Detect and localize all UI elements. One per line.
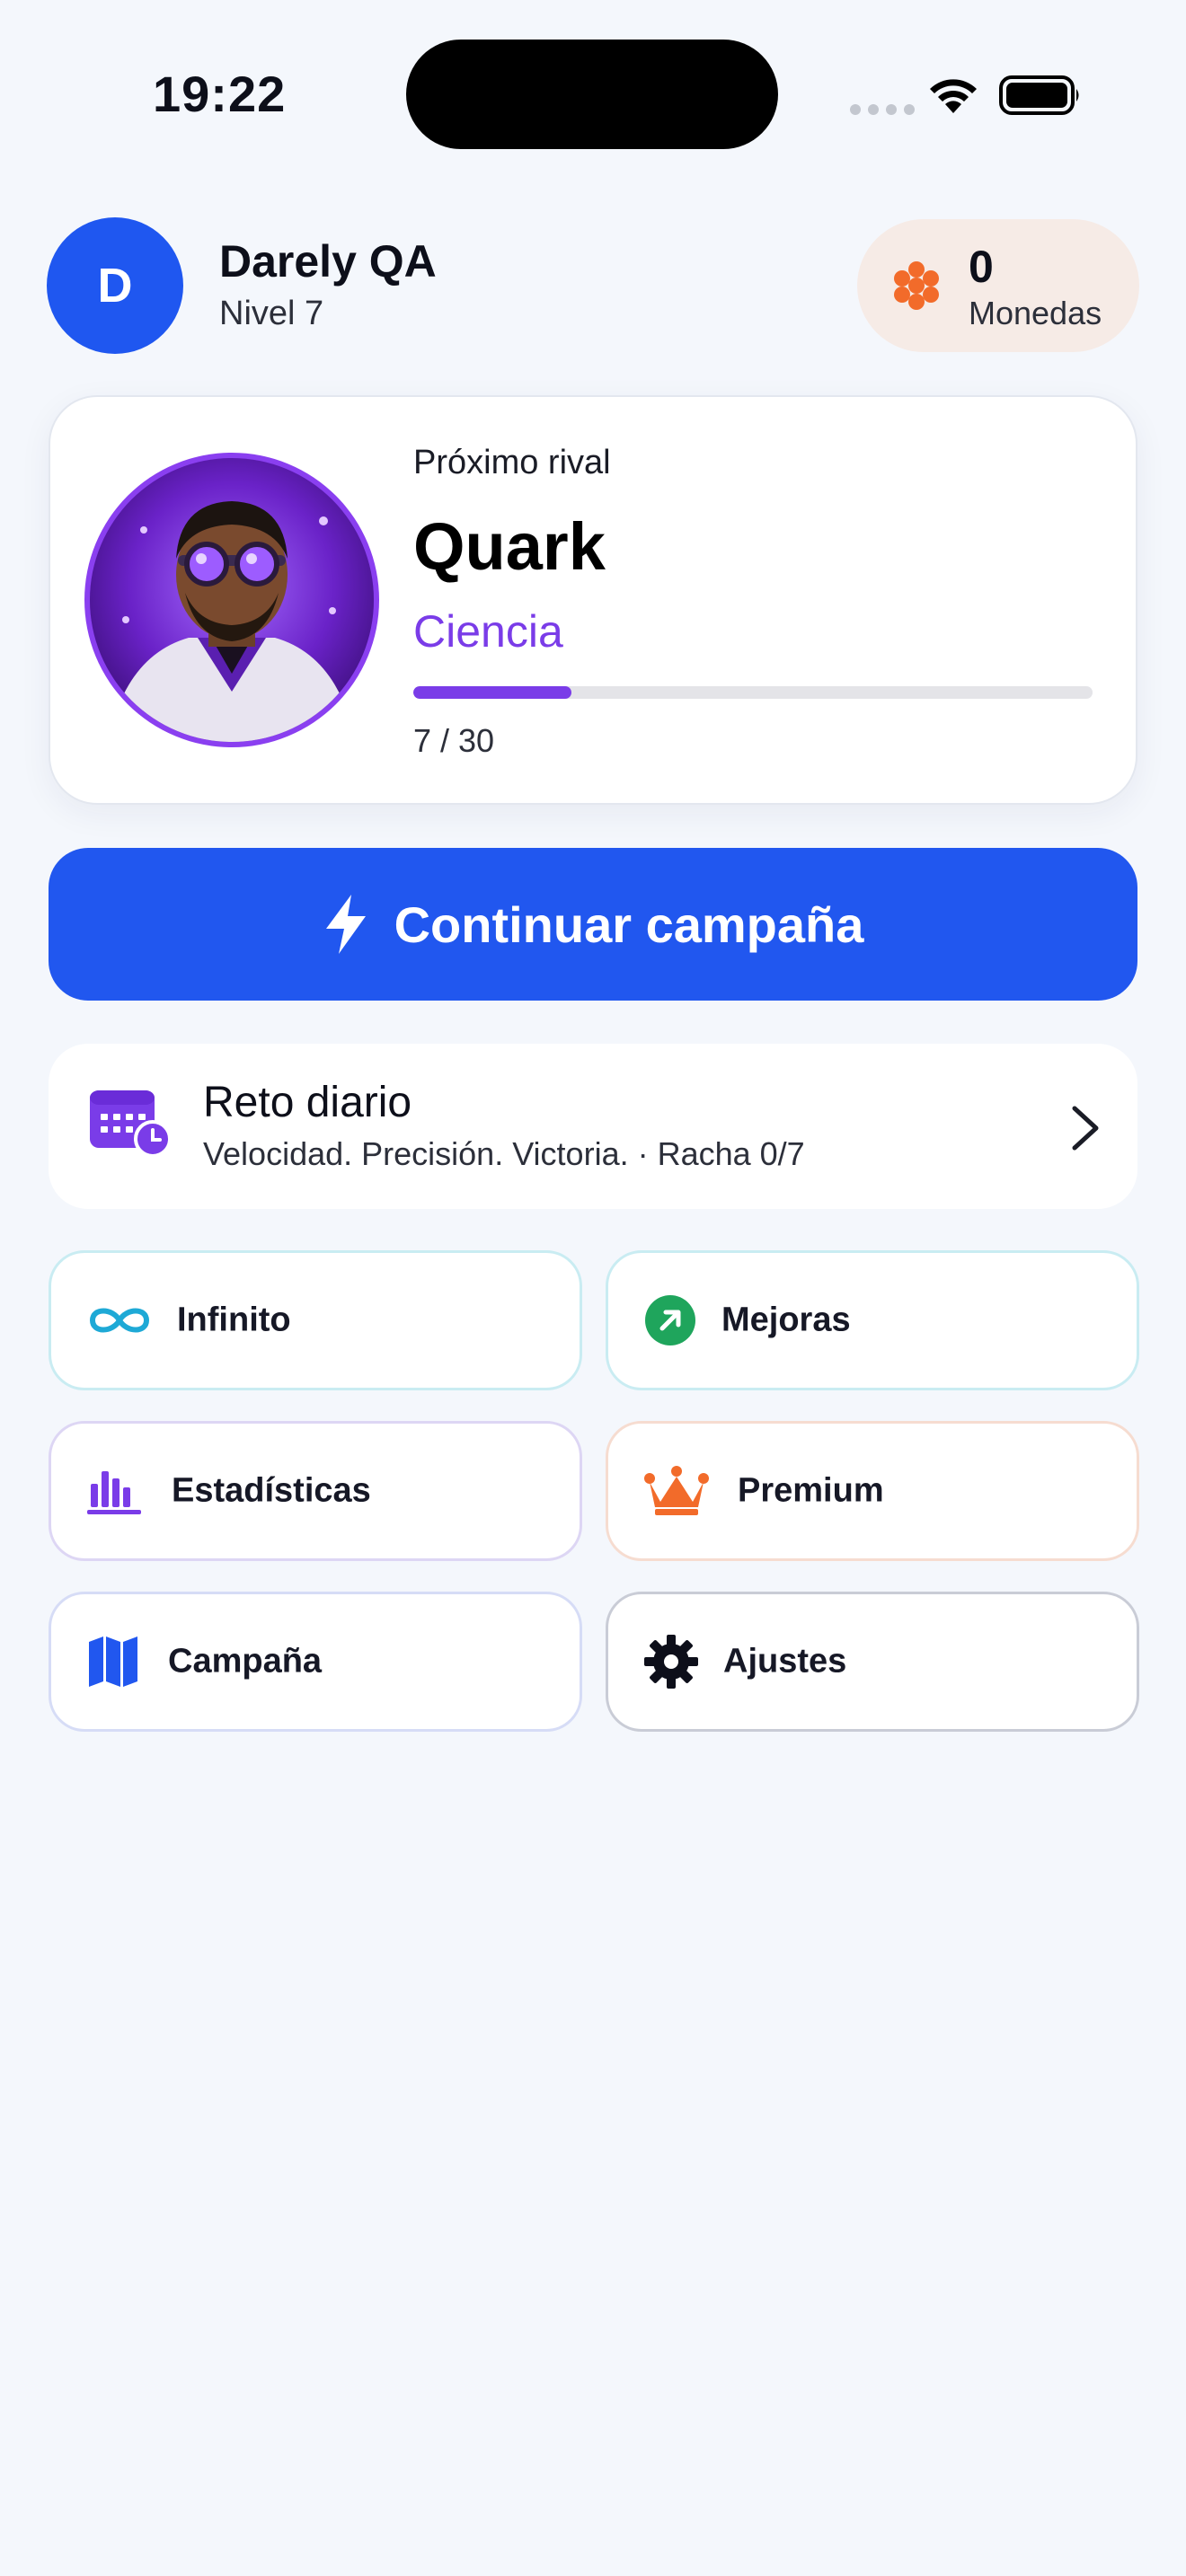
map-icon [89, 1636, 137, 1687]
coins-value: 0 [969, 242, 994, 292]
user-name: Darely QA [219, 236, 437, 287]
continue-campaign-button[interactable]: Continuar campaña [49, 848, 1137, 1001]
calendar-icon [90, 1090, 171, 1157]
bar-chart-icon [87, 1471, 141, 1514]
rival-name: Quark [413, 509, 606, 584]
daily-challenge-subtitle: Velocidad. Precisión. Victoria. · Racha … [203, 1135, 805, 1172]
coins-label: Monedas [969, 295, 1102, 331]
cellular-signal-icon [850, 104, 915, 115]
campana-label: Campaña [168, 1642, 323, 1681]
next-rival-card[interactable]: Próximo rival Quark Ciencia 7 / 30 [49, 395, 1137, 805]
infinito-label: Infinito [177, 1301, 291, 1339]
coins-icon [894, 261, 939, 310]
bolt-icon [325, 895, 366, 954]
premium-button[interactable]: Premium [606, 1421, 1139, 1561]
mejoras-label: Mejoras [721, 1301, 851, 1339]
rival-progress-bar [413, 686, 1093, 699]
crown-icon [644, 1466, 709, 1515]
campana-button[interactable]: Campaña [49, 1592, 582, 1732]
daily-challenge-card[interactable]: Reto diario Velocidad. Precisión. Victor… [49, 1044, 1137, 1209]
avatar[interactable]: D [47, 217, 183, 354]
mejoras-button[interactable]: Mejoras [606, 1250, 1139, 1390]
daily-challenge-title: Reto diario [203, 1079, 412, 1126]
rival-progress-text: 7 / 30 [413, 722, 495, 759]
user-level: Nivel 7 [219, 295, 324, 332]
arrow-up-right-icon [645, 1295, 695, 1345]
chevron-right-icon [1072, 1106, 1099, 1151]
coins-badge[interactable]: 0 Monedas [857, 219, 1139, 352]
rival-category: Ciencia [413, 606, 563, 657]
infinity-icon [89, 1308, 150, 1333]
estadisticas-label: Estadísticas [172, 1471, 371, 1510]
premium-label: Premium [738, 1471, 884, 1510]
wifi-icon [930, 79, 977, 113]
estadisticas-button[interactable]: Estadísticas [49, 1421, 582, 1561]
gear-icon [644, 1635, 698, 1689]
infinito-button[interactable]: Infinito [49, 1250, 582, 1390]
dynamic-island [406, 40, 778, 149]
status-time: 19:22 [153, 66, 287, 122]
rival-portrait [90, 458, 374, 742]
rival-progress-fill [413, 686, 572, 699]
rival-label: Próximo rival [413, 444, 611, 481]
battery-icon [999, 75, 1079, 115]
ajustes-label: Ajustes [723, 1642, 847, 1681]
continue-campaign-label: Continuar campaña [394, 895, 864, 953]
ajustes-button[interactable]: Ajustes [606, 1592, 1139, 1732]
